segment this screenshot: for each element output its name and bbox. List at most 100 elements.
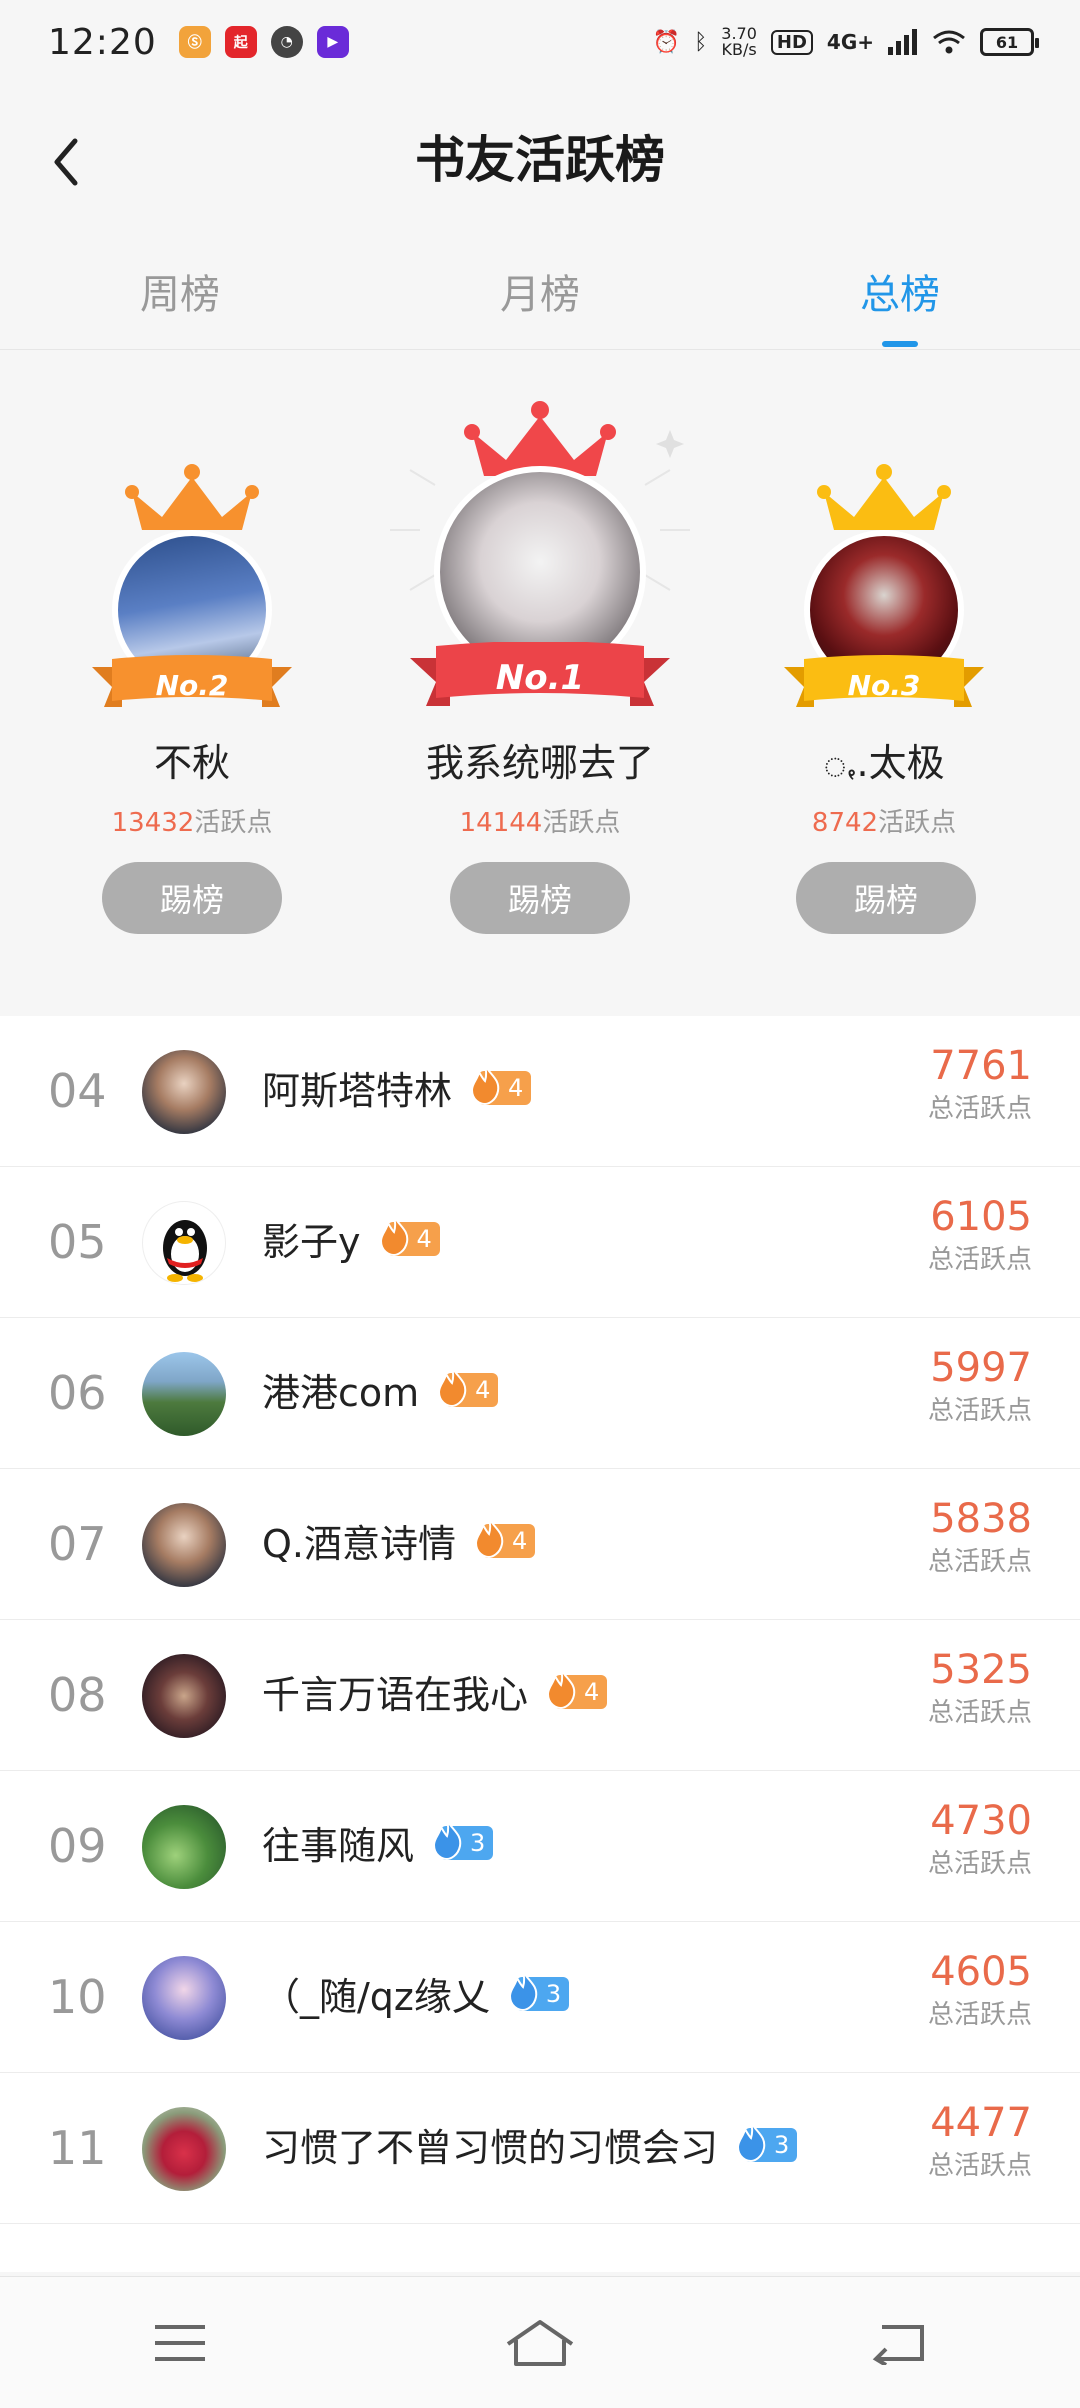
status-indicators: ⏰ ᛒ 3.70 KB/s HD 4G+ 61 [653, 26, 1039, 58]
compass-app-icon: ◔ [270, 26, 303, 58]
name-group: Q.酒意诗情 4 [262, 1513, 536, 1568]
flame-icon [438, 1366, 467, 1407]
points-value: 5838 [930, 1496, 1032, 1542]
level-value: 3 [774, 2130, 790, 2159]
flame-icon [474, 1517, 504, 1558]
name-group: 阿斯塔特林 4 [262, 1060, 532, 1115]
level-badge: 3 [433, 1819, 494, 1860]
points-label: 总活跃点 [927, 1698, 1032, 1728]
user-name[interactable]: 港港com [262, 1362, 419, 1417]
list-item[interactable]: 11 习惯了不曾习惯的习惯会习 3 4477 总活跃点 [0, 2073, 1080, 2224]
user-name[interactable]: 往事随风 [262, 1815, 414, 1870]
tab-overall[interactable]: 总榜 [720, 234, 1080, 349]
tab-bar: 周榜 月榜 总榜 [0, 234, 1080, 350]
avatar[interactable] [142, 2107, 226, 2191]
rank-number: 07 [48, 1517, 107, 1571]
user-name[interactable]: 习惯了不曾习惯的习惯会习 [262, 2117, 718, 2172]
points-label: 总活跃点 [927, 2000, 1032, 2030]
list-item[interactable]: 05 影子y 4 6105 总活跃点 [0, 1167, 1080, 1318]
name-group: 往事随风 3 [262, 1815, 494, 1870]
flame-icon [547, 1668, 576, 1709]
avatar[interactable] [142, 1201, 226, 1285]
list-item[interactable]: 08 千言万语在我心 4 5325 总活跃点 [0, 1620, 1080, 1771]
level-badge: 4 [547, 1668, 608, 1709]
user-name[interactable]: 千言万语在我心 [262, 1664, 528, 1719]
user-name[interactable]: （_随/qz缘乂 [262, 1966, 490, 2021]
points-group: 4605 总活跃点 [928, 1946, 1032, 2032]
level-value: 3 [470, 1828, 486, 1857]
podium: No.2 不秋 13432活跃点 踢榜 No.1 我系统哪去了 14144活跃点… [0, 350, 1080, 996]
avatar[interactable] [142, 1352, 226, 1436]
list-item[interactable]: 09 往事随风 3 4730 总活跃点 [0, 1771, 1080, 1922]
rank-label: No.2 [155, 668, 229, 702]
list-item-partial[interactable] [0, 2224, 1080, 2272]
points-group: 6105 总活跃点 [928, 1191, 1032, 1277]
app-notification-icon: Ⓢ [178, 26, 211, 58]
wifi-icon [933, 30, 965, 54]
kick-button[interactable]: 踢榜 [102, 862, 282, 934]
podium-name: 不秋 [153, 741, 230, 785]
points-group: 4730 总活跃点 [928, 1795, 1032, 1881]
points-suffix: 活跃点 [194, 808, 273, 838]
points-suffix: 活跃点 [542, 808, 621, 838]
flame-icon [433, 1819, 462, 1860]
qidian-app-icon: 起 [224, 26, 257, 58]
points-value: 14144 [459, 808, 543, 838]
points-suffix: 活跃点 [878, 808, 957, 838]
podium-points: 14144活跃点 [360, 802, 720, 839]
level-badge: 4 [471, 1064, 532, 1105]
avatar[interactable] [142, 1050, 226, 1134]
level-badge: 3 [508, 1970, 570, 2011]
menu-button[interactable] [120, 2293, 240, 2393]
avatar[interactable] [142, 1805, 226, 1889]
system-nav-bar [0, 2276, 1080, 2408]
points-label: 总活跃点 [927, 1245, 1032, 1275]
avatar[interactable] [142, 1654, 226, 1738]
video-app-icon: ▶ [316, 26, 349, 58]
flame-icon [471, 1064, 500, 1105]
user-name[interactable]: Q.酒意诗情 [262, 1513, 456, 1568]
points-value: 13432 [111, 808, 195, 838]
level-badge: 3 [737, 2121, 798, 2162]
tab-monthly[interactable]: 月榜 [360, 234, 720, 349]
points-label: 总活跃点 [927, 2151, 1032, 2181]
net-speed: 3.70 KB/s [721, 26, 757, 58]
podium-points: 8742活跃点 [754, 802, 1014, 839]
status-time: 12:20 [48, 21, 157, 63]
podium-name: ꩻ.太极 [823, 741, 945, 785]
level-value: 4 [584, 1677, 600, 1706]
rank-ribbon: No.3 [784, 655, 984, 715]
rank-number: 10 [48, 1970, 107, 2024]
podium-name: 我系统哪去了 [425, 741, 654, 785]
flame-icon [379, 1215, 408, 1256]
points-label: 总活跃点 [927, 1849, 1032, 1879]
list-item[interactable]: 04 阿斯塔特林 4 7761 总活跃点 [0, 1016, 1080, 1167]
rank-ribbon: No.1 [410, 642, 670, 714]
points-group: 5838 总活跃点 [928, 1493, 1032, 1579]
home-button[interactable] [480, 2293, 600, 2393]
flame-icon [508, 1970, 538, 2011]
user-name[interactable]: 影子y [262, 1211, 361, 1266]
avatar[interactable] [142, 1503, 226, 1587]
list-item[interactable]: 07 Q.酒意诗情 4 5838 总活跃点 [0, 1469, 1080, 1620]
level-value: 4 [512, 1526, 528, 1555]
level-value: 3 [545, 1979, 562, 2008]
avatar[interactable] [142, 1956, 226, 2040]
points-group: 5997 总活跃点 [928, 1342, 1032, 1428]
header: 书友活跃榜 [0, 84, 1080, 234]
points-value: 5997 [930, 1345, 1032, 1391]
list-item[interactable]: 10 （_随/qz缘乂 3 4605 总活跃点 [0, 1922, 1080, 2073]
return-button[interactable] [840, 2293, 960, 2393]
user-name[interactable]: 阿斯塔特林 [262, 1060, 452, 1115]
level-value: 4 [508, 1073, 524, 1102]
name-group: 习惯了不曾习惯的习惯会习 3 [262, 2117, 798, 2172]
points-label: 总活跃点 [927, 1094, 1032, 1124]
kick-button[interactable]: 踢榜 [796, 862, 976, 934]
points-value: 4477 [930, 2100, 1032, 2146]
points-value: 5325 [930, 1647, 1032, 1693]
list-item[interactable]: 06 港港com 4 5997 总活跃点 [0, 1318, 1080, 1469]
rank-number: 11 [48, 2121, 107, 2175]
net-speed-unit: KB/s [721, 40, 757, 59]
tab-weekly[interactable]: 周榜 [0, 234, 360, 349]
kick-button[interactable]: 踢榜 [450, 862, 630, 934]
